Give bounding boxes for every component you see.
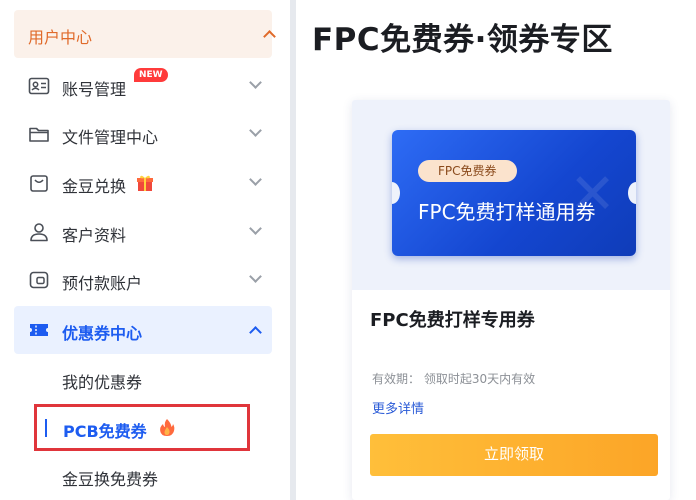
sidebar-item-file-management[interactable]: 文件管理中心 <box>14 110 272 158</box>
chevron-down-icon <box>249 76 262 89</box>
gift-icon <box>137 175 153 191</box>
coupon-card: ✕ FPC免费券 FPC免费打样通用券 FPC免费打样专用券 有效期： 领取时起… <box>352 100 670 500</box>
subitem-bean-coupon[interactable]: 金豆换免费券 <box>62 466 158 490</box>
user-center-label: 用户中心 <box>28 28 93 47</box>
coupon-name: FPC免费打样通用券 <box>418 200 596 224</box>
chevron-up-icon <box>249 326 262 339</box>
ticket-notch <box>628 182 636 204</box>
sidebar-item-prepaid-account[interactable]: 预付款账户 <box>14 256 272 304</box>
page-title: FPC免费券·领券专区 <box>312 22 613 58</box>
sidebar-item-label: 优惠券中心 <box>62 324 143 343</box>
folder-icon <box>29 127 49 142</box>
subitem-my-coupons[interactable]: 我的优惠券 <box>62 369 142 393</box>
sidebar-item-label: 金豆兑换 <box>62 177 127 196</box>
coupon-card-banner: ✕ FPC免费券 FPC免费打样通用券 <box>352 100 670 290</box>
sidebar-item-label: 账号管理 <box>62 80 127 99</box>
new-badge: NEW <box>134 68 168 82</box>
coupon-ticket: ✕ FPC免费券 FPC免费打样通用券 <box>392 130 636 256</box>
subitem-pcb-free-coupon[interactable]: PCB免费券 <box>34 404 250 451</box>
bag-icon <box>30 175 48 192</box>
active-indicator <box>45 419 47 437</box>
sidebar-item-bean-exchange[interactable]: 金豆兑换 <box>14 159 272 207</box>
claim-button[interactable]: 立即领取 <box>370 434 658 476</box>
chevron-down-icon <box>249 124 262 137</box>
id-card-icon <box>28 77 50 95</box>
sidebar-item-label: 客户资料 <box>62 226 127 245</box>
subitem-label: PCB免费券 <box>63 422 147 441</box>
coupon-tag: FPC免费券 <box>418 160 517 182</box>
sidebar-item-account[interactable]: 账号管理 NEW <box>14 62 272 110</box>
chevron-up-icon <box>263 30 276 43</box>
user-center-header[interactable]: 用户中心 <box>14 10 276 58</box>
wallet-icon <box>29 271 49 289</box>
ticket-notch <box>392 182 400 204</box>
user-icon <box>30 223 48 242</box>
sidebar-item-coupon-center[interactable]: 优惠券中心 <box>14 306 272 354</box>
chevron-down-icon <box>249 270 262 283</box>
fire-icon <box>160 419 175 436</box>
more-details-link[interactable]: 更多详情 <box>372 398 424 417</box>
main-content: FPC免费券·领券专区 ✕ FPC免费券 FPC免费打样通用券 FPC免费打样专… <box>296 0 696 500</box>
sidebar-item-label: 预付款账户 <box>62 274 143 293</box>
validity-text: 有效期： 领取时起30天内有效 <box>372 372 536 386</box>
chevron-down-icon <box>249 173 262 186</box>
chevron-down-icon <box>249 222 262 235</box>
sidebar-item-customer-info[interactable]: 客户资料 <box>14 208 272 256</box>
sidebar: 用户中心 账号管理 NEW 文件管理中心 金豆兑换 客户资料 预付款账户 优惠券… <box>0 0 290 500</box>
coupon-icon <box>30 324 48 336</box>
sidebar-item-label: 文件管理中心 <box>62 128 159 147</box>
card-title: FPC免费打样专用券 <box>370 310 535 331</box>
